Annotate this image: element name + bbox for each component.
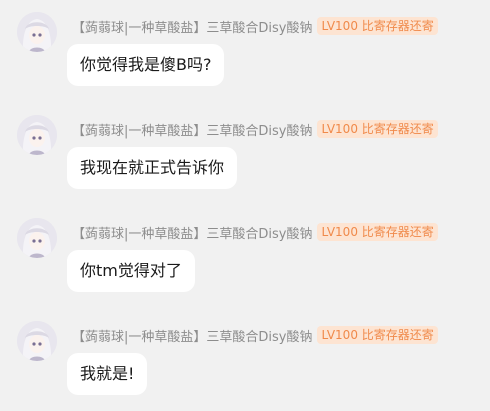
sender-name[interactable]: 【蒟蒻球|一种草酸盐】三草酸合Disy酸钠 [72,120,312,139]
member-title-badge: LV100 比寄存器还寄 [317,120,438,138]
message-bubble[interactable]: 你tm觉得对了 [67,250,195,292]
sender-line: 【蒟蒻球|一种草酸盐】三草酸合Disy酸钠 LV100 比寄存器还寄 [72,118,438,140]
sender-line: 【蒟蒻球|一种草酸盐】三草酸合Disy酸钠 LV100 比寄存器还寄 [72,221,438,243]
avatar-image [17,218,57,258]
member-title-badge: LV100 比寄存器还寄 [317,223,438,241]
chat-window: 【蒟蒻球|一种草酸盐】三草酸合Disy酸钠 LV100 比寄存器还寄 你觉得我是… [0,0,490,404]
avatar-image [17,12,57,52]
avatar[interactable] [17,115,57,155]
sender-line: 【蒟蒻球|一种草酸盐】三草酸合Disy酸钠 LV100 比寄存器还寄 [72,15,438,37]
message-bubble[interactable]: 你觉得我是傻B吗? [67,44,225,86]
message-bubble[interactable]: 我就是! [67,353,148,395]
sender-name[interactable]: 【蒟蒻球|一种草酸盐】三草酸合Disy酸钠 [72,17,312,36]
sender-name[interactable]: 【蒟蒻球|一种草酸盐】三草酸合Disy酸钠 [72,223,312,242]
member-title-badge: LV100 比寄存器还寄 [317,17,438,35]
sender-line: 【蒟蒻球|一种草酸盐】三草酸合Disy酸钠 LV100 比寄存器还寄 [72,324,438,346]
chat-message: 【蒟蒻球|一种草酸盐】三草酸合Disy酸钠 LV100 比寄存器还寄 你tm觉得… [0,218,490,308]
avatar[interactable] [17,321,57,361]
sender-name[interactable]: 【蒟蒻球|一种草酸盐】三草酸合Disy酸钠 [72,326,312,345]
chat-message: 【蒟蒻球|一种草酸盐】三草酸合Disy酸钠 LV100 比寄存器还寄 我现在就正… [0,115,490,205]
member-title-badge: LV100 比寄存器还寄 [317,326,438,344]
message-bubble[interactable]: 我现在就正式告诉你 [67,147,238,189]
avatar[interactable] [17,12,57,52]
avatar-image [17,321,57,361]
avatar[interactable] [17,218,57,258]
chat-message: 【蒟蒻球|一种草酸盐】三草酸合Disy酸钠 LV100 比寄存器还寄 我就是! [0,321,490,411]
chat-message: 【蒟蒻球|一种草酸盐】三草酸合Disy酸钠 LV100 比寄存器还寄 你觉得我是… [0,12,490,102]
avatar-image [17,115,57,155]
